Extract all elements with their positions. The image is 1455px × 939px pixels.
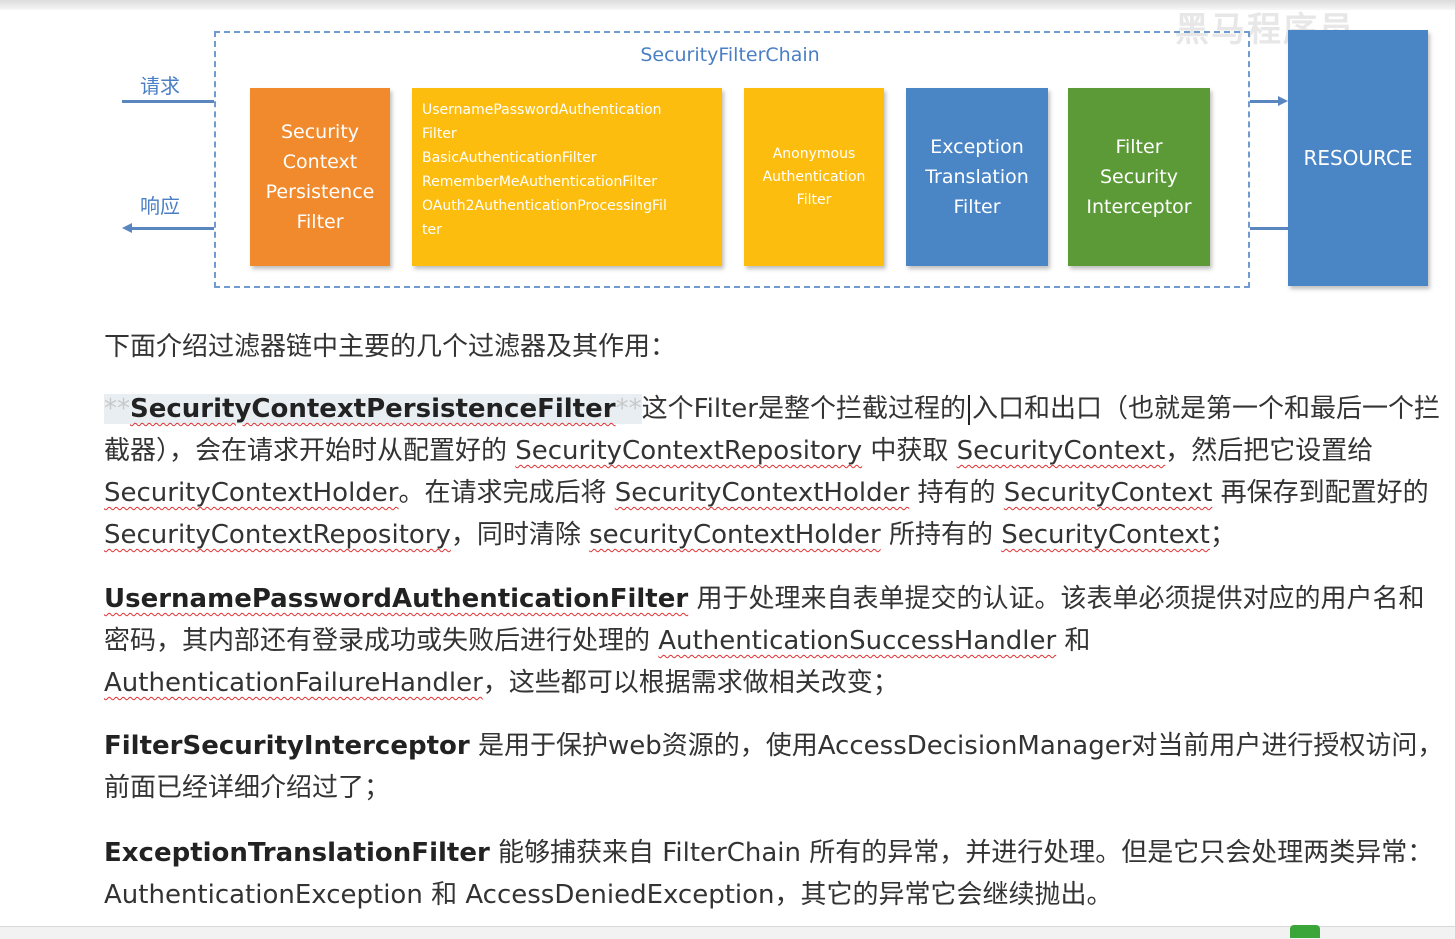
filter-security-context-persistence: Security Context Persistence Filter [250,88,390,266]
code-term: SecurityContextHolder [104,478,399,508]
highlighted-filter-name: **SecurityContextPersistenceFilter** [104,394,642,424]
code-term: SecurityContext [1003,478,1213,508]
filter-name: UsernamePasswordAuthenticationFilter [104,584,689,614]
to-resource-arrow-line [1250,100,1278,103]
code-term: SecurityContextRepository [515,436,863,466]
code-term: SecurityContextRepository [104,520,451,550]
resource-box: RESOURCE [1288,30,1428,286]
text-span: ； [1209,520,1236,550]
intro-text: 下面介绍过滤器链中主要的几个过滤器及其作用： [104,332,677,362]
to-resource-arrowhead [1278,96,1288,106]
bottom-toolbar [0,926,1455,939]
code-term: securityContextHolder [589,520,881,550]
text-span: 中获取 [862,436,957,466]
response-label: 响应 [140,194,180,218]
request-label: 请求 [140,74,180,98]
text-span: ，然后把它设置给 [1165,436,1374,466]
filter-anonymous-authentication: Anonymous Authentication Filter [744,88,884,266]
security-filter-chain-diagram: SecurityFilterChain 请求 响应 Security Conte… [0,0,1455,300]
code-term: SecurityContext [956,436,1166,466]
text-span: 再保存到配置好的 [1212,478,1429,508]
code-term: SecurityContext [1001,520,1210,550]
filter-name: FilterSecurityInterceptor [104,731,470,761]
code-term: AuthenticationFailureHandler [104,668,483,698]
markdown-stars: ** [104,394,130,424]
paragraph-exception-translation-filter: ExceptionTranslationFilter 能够捕获来自 Filter… [104,832,1449,916]
filter-name: ExceptionTranslationFilter [104,838,490,868]
text-cursor-icon [967,394,970,425]
filter-security-interceptor: Filter Security Interceptor [1068,88,1210,266]
filter-exception-translation: Exception Translation Filter [906,88,1048,266]
markdown-stars: ** [615,394,642,424]
app-tray-icon[interactable] [1290,925,1320,938]
text-span: ，同时清除 [450,520,590,550]
paragraph-filter-security-interceptor: FilterSecurityInterceptor 是用于保护web资源的，使用… [104,725,1449,809]
paragraph-username-password-authentication-filter: UsernamePasswordAuthenticationFilter 用于处… [104,578,1449,704]
filter-authentication-group: UsernamePasswordAuthentication Filter Ba… [412,88,722,266]
text-span: 。在请求完成后将 [398,478,615,508]
code-term: SecurityContextHolder [614,478,910,508]
chain-title: SecurityFilterChain [640,44,820,66]
text-span: 持有的 [909,478,1004,508]
text-span: 所持有的 [880,520,1002,550]
response-arrow-line [132,227,214,230]
response-arrowhead [122,223,132,233]
code-term: AuthenticationSuccessHandler [658,626,1057,656]
from-resource-line [1250,227,1288,230]
text-span: ，这些都可以根据需求做相关改变； [482,668,899,698]
text-span: 这个Filter是整个拦截过程的 [641,394,966,424]
filter-name: SecurityContextPersistenceFilter [130,394,616,424]
text-span: 和 [1056,626,1091,656]
request-arrow-line [122,100,214,103]
paragraph-security-context-persistence-filter: **SecurityContextPersistenceFilter**这个Fi… [104,388,1449,556]
